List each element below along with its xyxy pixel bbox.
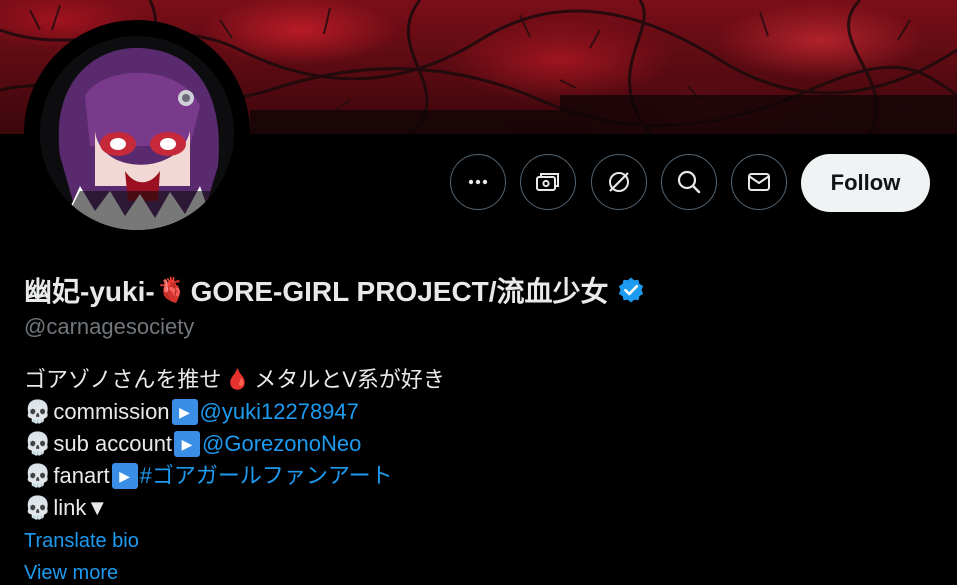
play-button-icon: ▶ bbox=[111, 463, 138, 489]
hashtag-link[interactable]: #ゴアガールファンアート bbox=[140, 460, 393, 492]
profile-bio: ゴアゾノさんを推せ 🩸 メタルとV系が好き 💀 commission ▶ @yu… bbox=[24, 364, 924, 524]
follow-button[interactable]: Follow bbox=[801, 154, 930, 212]
bio-label: commission bbox=[53, 399, 170, 424]
mention-link[interactable]: @GorezonoNeo bbox=[202, 428, 361, 460]
envelope-icon bbox=[748, 173, 770, 191]
subscription-icon bbox=[536, 173, 559, 191]
search-icon bbox=[677, 170, 701, 194]
skull-icon: 💀 bbox=[24, 431, 52, 456]
grok-button[interactable] bbox=[591, 154, 647, 210]
display-name-suffix: GORE-GIRL PROJECT/流血少女 bbox=[190, 276, 609, 307]
skull-icon: 💀 bbox=[24, 463, 52, 488]
bio-line-4: 💀 fanart ▶ #ゴアガールファンアート bbox=[24, 460, 924, 492]
more-icon bbox=[468, 179, 488, 185]
subscribe-button[interactable] bbox=[520, 154, 576, 210]
user-handle: @carnagesociety bbox=[24, 314, 195, 339]
display-name-prefix: 幽妃-yuki- bbox=[24, 276, 155, 307]
bio-text: メタルとV系が好き bbox=[254, 367, 445, 392]
search-button[interactable] bbox=[661, 154, 717, 210]
grok-icon bbox=[609, 172, 629, 192]
play-button-icon: ▶ bbox=[171, 399, 198, 425]
verified-badge-icon[interactable] bbox=[617, 276, 645, 304]
bio-label: link▼ bbox=[53, 495, 109, 520]
bio-label: fanart bbox=[53, 463, 110, 488]
bio-line-1: ゴアゾノさんを推せ 🩸 メタルとV系が好き bbox=[24, 364, 924, 396]
bio-line-5: 💀 link▼ bbox=[24, 492, 924, 524]
bio-text: ゴアゾノさんを推せ bbox=[24, 367, 222, 392]
translate-bio-link[interactable]: Translate bio bbox=[24, 530, 139, 553]
more-button[interactable] bbox=[450, 154, 506, 210]
mention-link[interactable]: @yuki12278947 bbox=[200, 396, 359, 428]
play-button-icon: ▶ bbox=[174, 431, 201, 457]
anatomical-heart-icon: 🫀 bbox=[156, 276, 187, 304]
bio-line-3: 💀 sub account ▶ @GorezonoNeo bbox=[24, 428, 924, 460]
skull-icon: 💀 bbox=[24, 399, 52, 424]
skull-icon: 💀 bbox=[24, 495, 52, 520]
message-button[interactable] bbox=[731, 154, 787, 210]
view-more-link[interactable]: View more bbox=[24, 562, 118, 585]
bio-label: sub account bbox=[53, 431, 173, 456]
bio-line-2: 💀 commission ▶ @yuki12278947 bbox=[24, 396, 924, 428]
blood-drop-icon: 🩸 bbox=[225, 369, 251, 391]
avatar[interactable] bbox=[40, 36, 234, 230]
display-name: 幽妃-yuki- 🫀 GORE-GIRL PROJECT/流血少女 bbox=[24, 270, 645, 310]
